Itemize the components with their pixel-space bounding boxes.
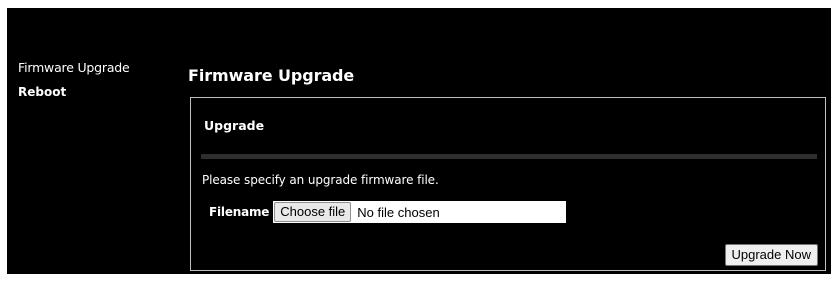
- page-title: Firmware Upgrade: [188, 66, 355, 85]
- dotted-divider: [201, 154, 817, 159]
- filename-label: Filename: [209, 204, 270, 219]
- instruction-text: Please specify an upgrade firmware file.: [202, 173, 439, 187]
- sidebar-nav: Firmware Upgrade Reboot: [18, 60, 178, 110]
- upgrade-panel: Upgrade Please specify an upgrade firmwa…: [190, 97, 826, 271]
- sidebar-item-reboot[interactable]: Reboot: [18, 85, 178, 100]
- section-title: Upgrade: [204, 118, 265, 133]
- file-row: Filename Choose file No file chosen: [209, 201, 567, 223]
- file-input[interactable]: Choose file No file chosen: [273, 201, 567, 223]
- firmware-page: Firmware Upgrade Reboot Firmware Upgrade…: [7, 8, 831, 274]
- upgrade-now-button[interactable]: Upgrade Now: [724, 244, 818, 266]
- sidebar-item-firmware-upgrade[interactable]: Firmware Upgrade: [18, 60, 178, 75]
- file-status: No file chosen: [357, 204, 440, 220]
- choose-file-button[interactable]: Choose file: [274, 202, 352, 222]
